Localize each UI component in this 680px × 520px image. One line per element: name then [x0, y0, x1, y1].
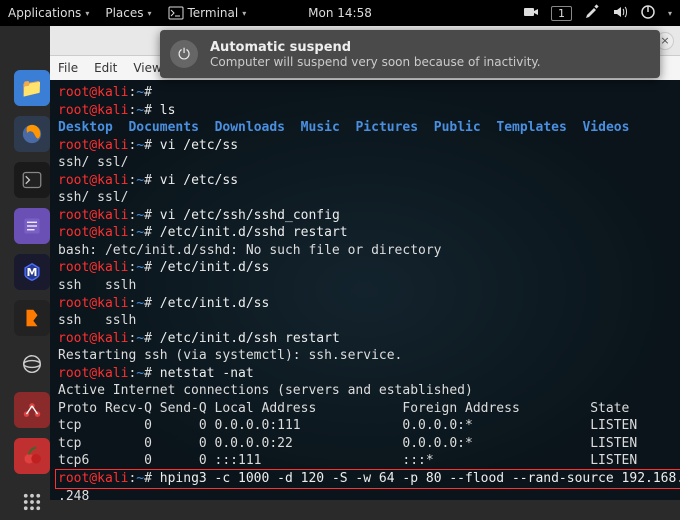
places-menu[interactable]: Places ▾	[105, 6, 151, 20]
dock-text-editor-icon[interactable]	[14, 208, 50, 244]
dock-metasploit-icon[interactable]: M	[14, 254, 50, 290]
suspend-icon: ⏻	[170, 40, 198, 68]
top-panel: Applications ▾ Places ▾ Terminal ▾ Mon 1…	[0, 0, 680, 26]
workspace-indicator[interactable]: 1	[551, 6, 572, 21]
notification-popup[interactable]: ⏻ Automatic suspend Computer will suspen…	[160, 30, 660, 78]
dock-terminal-icon[interactable]	[14, 162, 50, 198]
dock-files-icon[interactable]: 📁	[14, 70, 50, 106]
places-label: Places	[105, 6, 143, 20]
terminal-output[interactable]: root@kali:~# root@kali:~# lsDesktop Docu…	[50, 80, 680, 500]
notification-title: Automatic suspend	[210, 40, 541, 55]
camera-status-icon[interactable]	[523, 4, 539, 23]
picker-icon[interactable]	[584, 4, 600, 23]
dock-maltego-icon[interactable]	[14, 392, 50, 428]
dock-ettercap-icon[interactable]	[14, 346, 50, 382]
menu-view[interactable]: View	[133, 61, 161, 75]
dock-show-apps-icon[interactable]	[14, 484, 50, 520]
terminal-menu[interactable]: Terminal ▾	[168, 5, 247, 21]
chevron-down-icon[interactable]: ▾	[668, 9, 672, 18]
clock[interactable]: Mon 14:58	[308, 6, 372, 20]
dock-cherrytree-icon[interactable]	[14, 438, 50, 474]
menu-file[interactable]: File	[58, 61, 78, 75]
dock-burpsuite-icon[interactable]	[14, 300, 50, 336]
volume-icon[interactable]	[612, 4, 628, 23]
applications-label: Applications	[8, 6, 81, 20]
applications-menu[interactable]: Applications ▾	[8, 6, 89, 20]
svg-text:M: M	[27, 266, 38, 279]
dock-firefox-icon[interactable]	[14, 116, 50, 152]
terminal-window: − ▫ × File Edit View root@kali:~# root@k…	[50, 26, 680, 500]
power-icon[interactable]	[640, 4, 656, 23]
chevron-down-icon: ▾	[85, 9, 89, 18]
terminal-icon	[168, 5, 184, 21]
menu-edit[interactable]: Edit	[94, 61, 117, 75]
notification-body: Computer will suspend very soon because …	[210, 55, 541, 69]
chevron-down-icon: ▾	[242, 9, 246, 18]
chevron-down-icon: ▾	[147, 9, 151, 18]
terminal-label: Terminal	[188, 6, 239, 20]
